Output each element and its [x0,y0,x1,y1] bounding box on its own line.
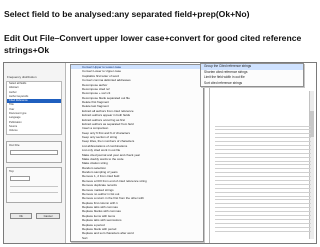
left-panel: Frequency distribution Select all fields… [4,63,66,243]
top-group-label: Top [9,169,14,173]
outfile-group-label: Out File [9,143,20,147]
submenu-item[interactable]: Sort cited reference strings [201,81,303,87]
frequency-list-title: Frequency distribution [7,75,37,79]
option-line [10,184,58,187]
menu-item-label: Replace and sort characters after word [82,231,134,236]
outfile-group: Out File [6,141,62,163]
instruction-line-2: Edit Out File–Convert upper lower case+c… [4,33,302,55]
cancel-button[interactable]: Cancel [36,213,60,219]
top-group: Top [6,167,62,203]
text-line [215,228,311,232]
ok-button[interactable]: Ok [10,213,32,219]
field-list[interactable]: Select all fields Abstract Author Author ke… [6,81,62,135]
edit-outfile-menu[interactable]: Convert Upper to Lower case Convert Lower… [70,64,204,242]
app-window-screenshot: Frequency distribution Select all fields… [3,62,317,244]
cited-reference-submenu[interactable]: Group the Cited reference strings Shorten… [200,63,304,87]
field-list-item[interactable]: Volume [7,129,61,133]
outfile-input[interactable] [10,150,58,155]
menu-item[interactable]: Sort [71,236,203,240]
instruction-line-1: Select field to be analysed:any separate… [4,9,250,19]
option-line [10,190,58,193]
text-area-lines [215,123,311,232]
top-count-input[interactable] [10,176,30,181]
menu-item-label: Sort [82,235,88,240]
